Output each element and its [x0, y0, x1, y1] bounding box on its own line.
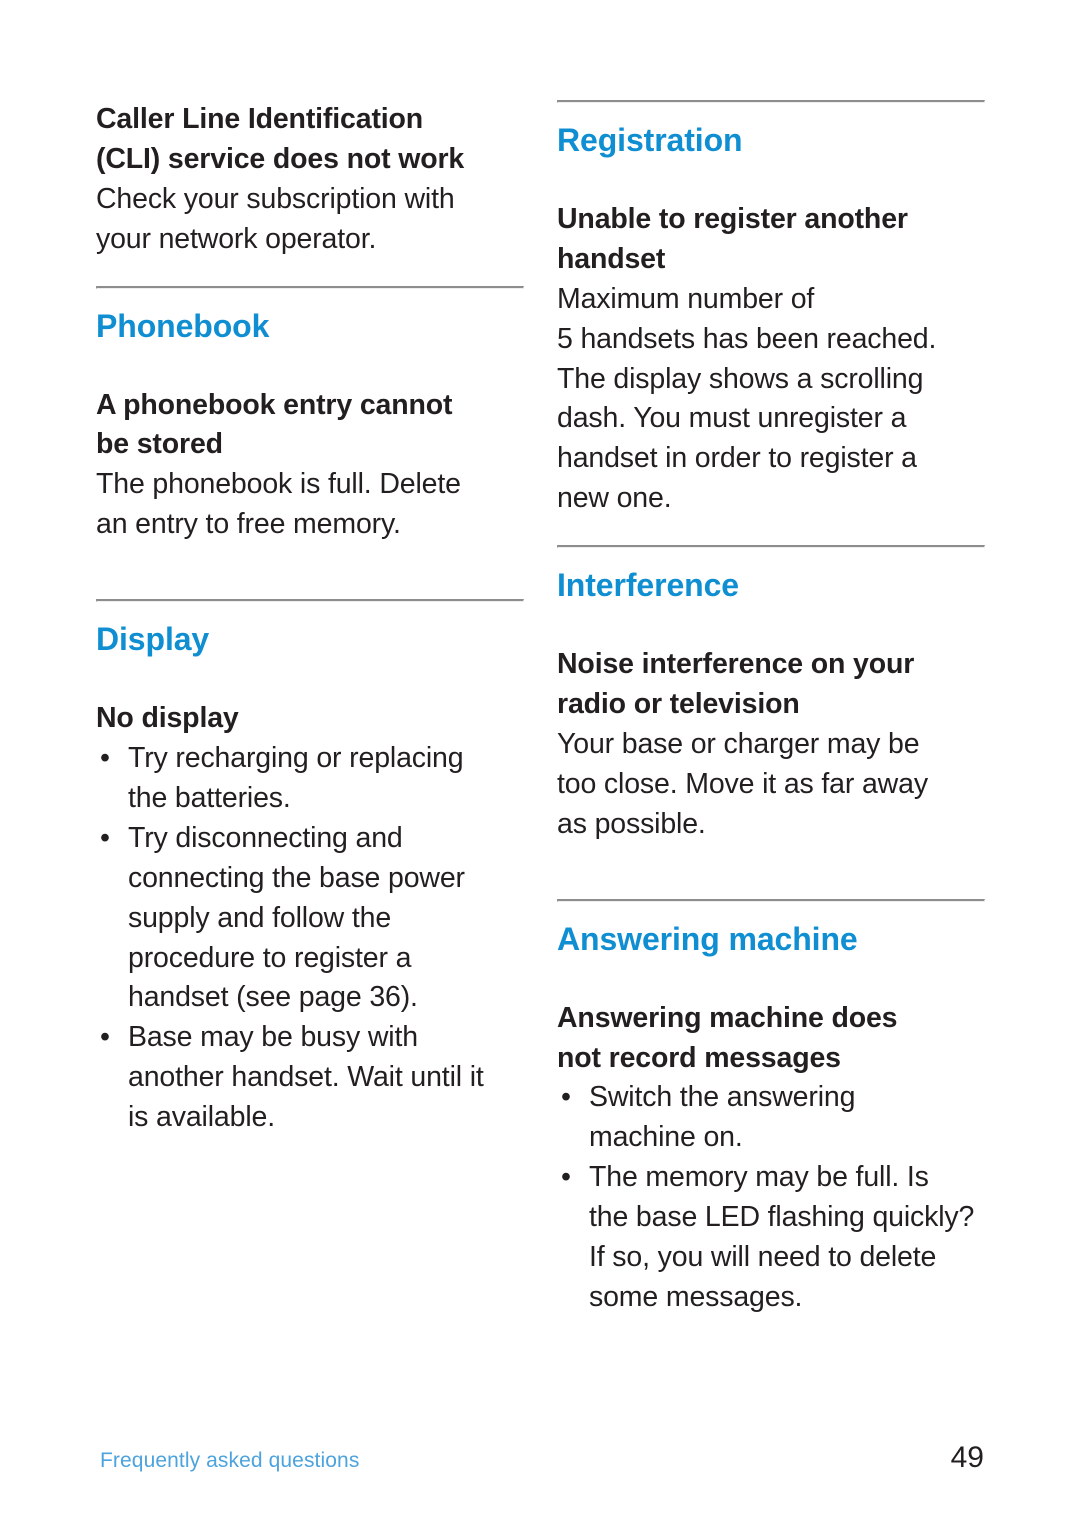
answering-machine-sub-title-line2: not record messages	[557, 1041, 841, 1074]
list-item-line: some messages.	[589, 1280, 803, 1313]
bullet-icon: •	[100, 742, 110, 775]
bullet-icon: •	[561, 1161, 571, 1194]
section-divider-answering-machine	[557, 898, 985, 902]
list-item-line: connecting the base power	[128, 861, 465, 894]
list-item-line: the batteries.	[128, 781, 291, 814]
right-column: Registration Unable to register another …	[557, 100, 985, 1318]
list-item-line: Switch the answering	[589, 1081, 856, 1114]
phonebook-body-line1: The phonebook is full. Delete	[96, 468, 461, 501]
registration-body-line: The display shows a scrolling	[557, 362, 924, 395]
registration-body-line: handset in order to register a	[557, 442, 917, 475]
list-item: • Base may be busy with another handset.…	[96, 1018, 522, 1138]
section-title-answering-machine: Answering machine	[557, 920, 858, 957]
interference-body-line: Your base or charger may be	[557, 727, 920, 760]
registration-body-line: new one.	[557, 482, 672, 515]
list-item-line: another handset. Wait until it	[128, 1061, 484, 1094]
list-item: • The memory may be full. Is the base LE…	[557, 1158, 983, 1318]
left-column: Caller Line Identification (CLI) service…	[96, 100, 524, 1138]
phonebook-sub-title-line2: be stored	[96, 428, 223, 461]
registration-sub-title: Unable to register another handset	[557, 200, 983, 280]
section-title-phonebook: Phonebook	[96, 307, 270, 344]
registration-body-line: dash. You must unregister a	[557, 402, 907, 435]
cli-body: Check your subscription with your networ…	[96, 180, 522, 260]
list-item: • Switch the answering machine on.	[557, 1078, 983, 1158]
list-item-line: supply and follow the	[128, 901, 392, 934]
answering-machine-section: Answering machine Answering machine does…	[557, 898, 985, 1318]
registration-body: Maximum number of 5 handsets has been re…	[557, 280, 983, 519]
interference-section: Interference Noise interference on your …	[557, 545, 985, 845]
display-bullet-list: • Try recharging or replacing the batter…	[96, 739, 522, 1138]
interference-body-line: as possible.	[557, 807, 706, 840]
registration-sub-title-line1: Unable to register another	[557, 203, 908, 236]
list-item: • Try recharging or replacing the batter…	[96, 739, 522, 819]
phonebook-sub-title-line1: A phonebook entry cannot	[96, 388, 453, 421]
list-item-line: procedure to register a	[128, 941, 412, 974]
registration-body-line: 5 handsets has been reached.	[557, 322, 937, 355]
list-item-line: handset (see page 36).	[128, 981, 418, 1014]
phonebook-body-line2: an entry to free memory.	[96, 508, 401, 541]
section-title-interference: Interference	[557, 567, 739, 604]
phonebook-body: The phonebook is full. Delete an entry t…	[96, 465, 522, 545]
section-divider-phonebook	[96, 285, 524, 289]
interference-sub-title-line2: radio or television	[557, 688, 800, 721]
page-footer: Frequently asked questions 49	[96, 1441, 984, 1488]
interference-body: Your base or charger may be too close. M…	[557, 725, 983, 845]
registration-sub-title-line2: handset	[557, 242, 666, 275]
answering-machine-bullet-list: • Switch the answering machine on. • The…	[557, 1078, 983, 1317]
cli-body-line2: your network operator.	[96, 222, 377, 255]
phonebook-sub-title: A phonebook entry cannot be stored	[96, 386, 522, 466]
list-item-line: Base may be busy with	[128, 1021, 418, 1054]
phonebook-section: Phonebook A phonebook entry cannot be st…	[96, 285, 524, 546]
section-title-display: Display	[96, 621, 210, 658]
section-divider-display	[96, 599, 524, 603]
footer-chapter-label: Frequently asked questions	[100, 1449, 360, 1472]
registration-body-line: Maximum number of	[557, 282, 815, 315]
display-sub-title: No display	[96, 702, 239, 735]
interference-sub-title-line1: Noise interference on your	[557, 648, 915, 681]
cli-sub-title: Caller Line Identification (CLI) service…	[96, 100, 522, 180]
cli-body-line1: Check your subscription with	[96, 182, 455, 215]
section-divider-registration	[557, 100, 985, 103]
manual-page: Caller Line Identification (CLI) service…	[0, 0, 1080, 1525]
answering-machine-sub-title: Answering machine does not record messag…	[557, 999, 983, 1079]
cli-block: Caller Line Identification (CLI) service…	[96, 100, 522, 260]
display-section: Display No display • Try recharging or r…	[96, 599, 524, 1138]
list-item-line: Try disconnecting and	[128, 821, 403, 854]
section-title-registration: Registration	[557, 122, 743, 158]
bullet-icon: •	[100, 821, 110, 854]
section-divider-interference	[557, 545, 985, 549]
list-item: • Try disconnecting and connecting the b…	[96, 819, 522, 1018]
list-item-line: machine on.	[589, 1121, 743, 1154]
answering-machine-sub-title-line1: Answering machine does	[557, 1001, 898, 1034]
list-item-line: Try recharging or replacing	[128, 742, 464, 775]
list-item-line: The memory may be full. Is	[589, 1161, 929, 1194]
list-item-line: the base LED flashing quickly?	[589, 1201, 975, 1234]
bullet-icon: •	[100, 1021, 110, 1054]
bullet-icon: •	[561, 1081, 571, 1114]
interference-sub-title: Noise interference on your radio or tele…	[557, 645, 983, 725]
registration-section: Registration Unable to register another …	[557, 100, 985, 519]
list-item-line: is available.	[128, 1101, 275, 1134]
page-number: 49	[950, 1441, 984, 1474]
list-item-line: If so, you will need to delete	[589, 1241, 937, 1274]
interference-body-line: too close. Move it as far away	[557, 767, 928, 800]
cli-sub-title-line1: Caller Line Identification	[96, 103, 424, 135]
cli-sub-title-line2: (CLI) service does not work	[96, 142, 465, 175]
